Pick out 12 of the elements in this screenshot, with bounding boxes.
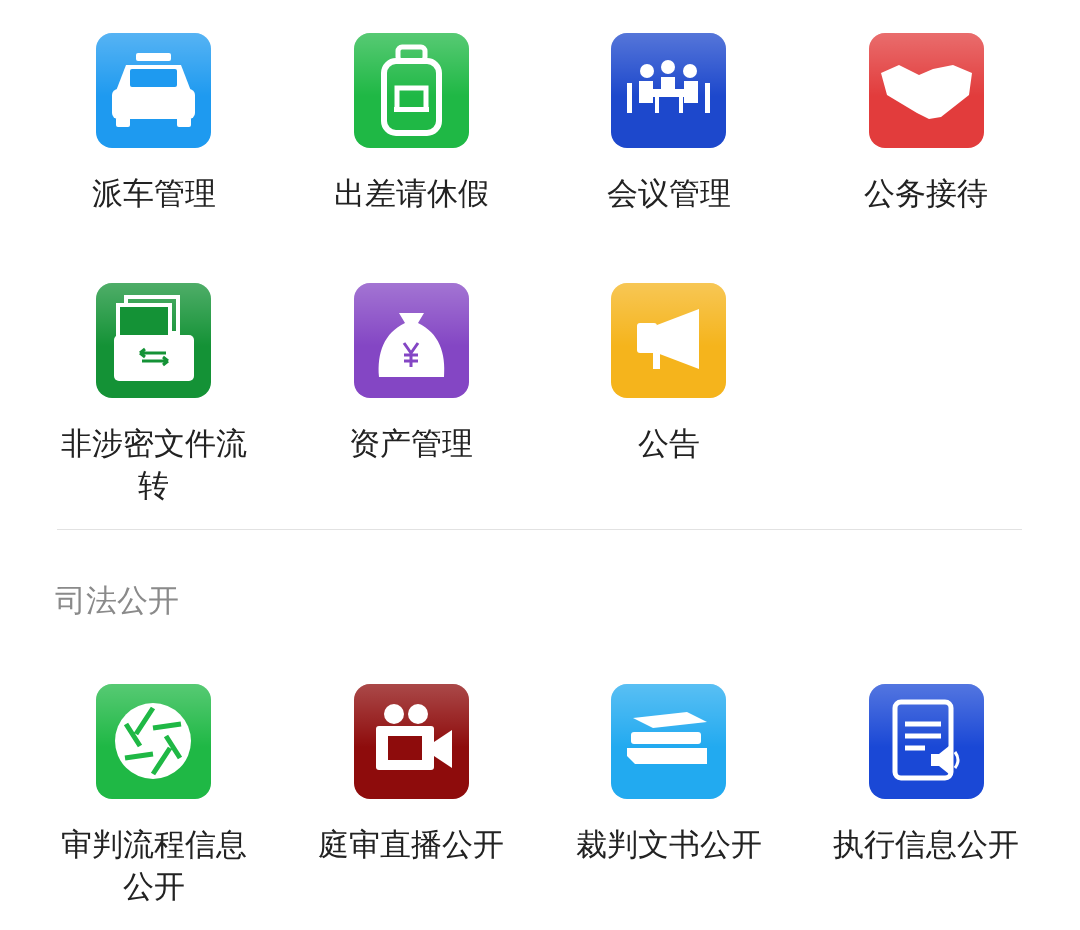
app-shortcut[interactable]: 公务接待 bbox=[797, 33, 1055, 263]
app-shortcut[interactable]: 非涉密文件流转 bbox=[25, 283, 283, 513]
app-shortcut[interactable]: 裁判文书公开 bbox=[540, 684, 798, 914]
app-shortcut[interactable]: 派车管理 bbox=[25, 33, 283, 263]
app-shortcut[interactable]: 资产管理 bbox=[282, 283, 540, 513]
app-shortcut[interactable]: 公告 bbox=[540, 283, 798, 513]
app-shortcut[interactable]: 执行信息公开 bbox=[797, 684, 1055, 914]
app-shortcut[interactable]: 出差请休假 bbox=[282, 33, 540, 263]
app-shortcut[interactable]: 审判流程信息公开 bbox=[25, 684, 283, 914]
section-title: 司法公开 bbox=[55, 581, 180, 620]
app-shortcut[interactable]: 会议管理 bbox=[540, 33, 798, 263]
app-shortcut[interactable]: 庭审直播公开 bbox=[282, 684, 540, 914]
